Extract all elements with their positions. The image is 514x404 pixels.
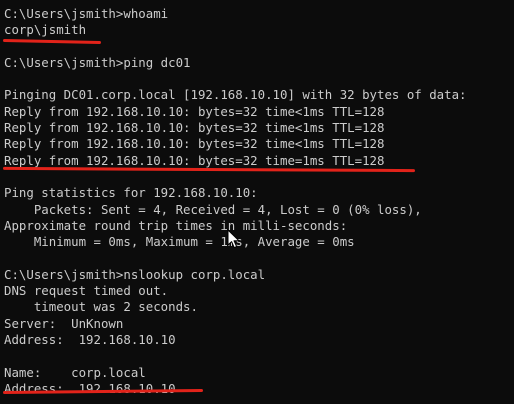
terminal-window[interactable]: C:\Users\jsmith>whoami corp\jsmith C:\Us…	[0, 0, 514, 404]
terminal-line-rtt-values: Minimum = 0ms, Maximum = 1ms, Average = …	[4, 234, 355, 250]
terminal-line-server: Server: UnKnown	[4, 315, 124, 331]
terminal-line-prompt-whoami: C:\Users\jsmith>whoami	[4, 6, 169, 21]
terminal-line-reply-1: Reply from 192.168.10.10: bytes=32 time<…	[4, 103, 385, 119]
terminal-line-address: Address: 192.168.10.10	[4, 380, 176, 396]
terminal-line-reply-3: Reply from 192.168.10.10: bytes=32 time<…	[4, 136, 385, 152]
terminal-line-whoami-output: corp\jsmith	[4, 22, 87, 38]
terminal-line-rtt-header: Approximate round trip times in milli-se…	[4, 217, 348, 233]
terminal-line-prompt-nslookup: C:\Users\jsmith>nslookup corp.local	[4, 266, 266, 282]
terminal-line-prompt-ping: C:\Users\jsmith>ping dc01	[4, 54, 191, 70]
terminal-line-dns-timeout: DNS request timed out.	[4, 283, 169, 299]
terminal-line-timeout-detail: timeout was 2 seconds.	[4, 299, 198, 315]
terminal-line-pinging: Pinging DC01.corp.local [192.168.10.10] …	[4, 87, 467, 103]
terminal-line-packets: Packets: Sent = 4, Received = 4, Lost = …	[4, 201, 422, 217]
terminal-line-reply-2: Reply from 192.168.10.10: bytes=32 time<…	[4, 120, 385, 136]
terminal-line-server-address: Address: 192.168.10.10	[4, 331, 176, 347]
terminal-line-name: Name: corp.local	[4, 364, 146, 380]
mouse-cursor-icon	[227, 229, 240, 249]
terminal-line-ping-stats: Ping statistics for 192.168.10.10:	[4, 185, 258, 201]
